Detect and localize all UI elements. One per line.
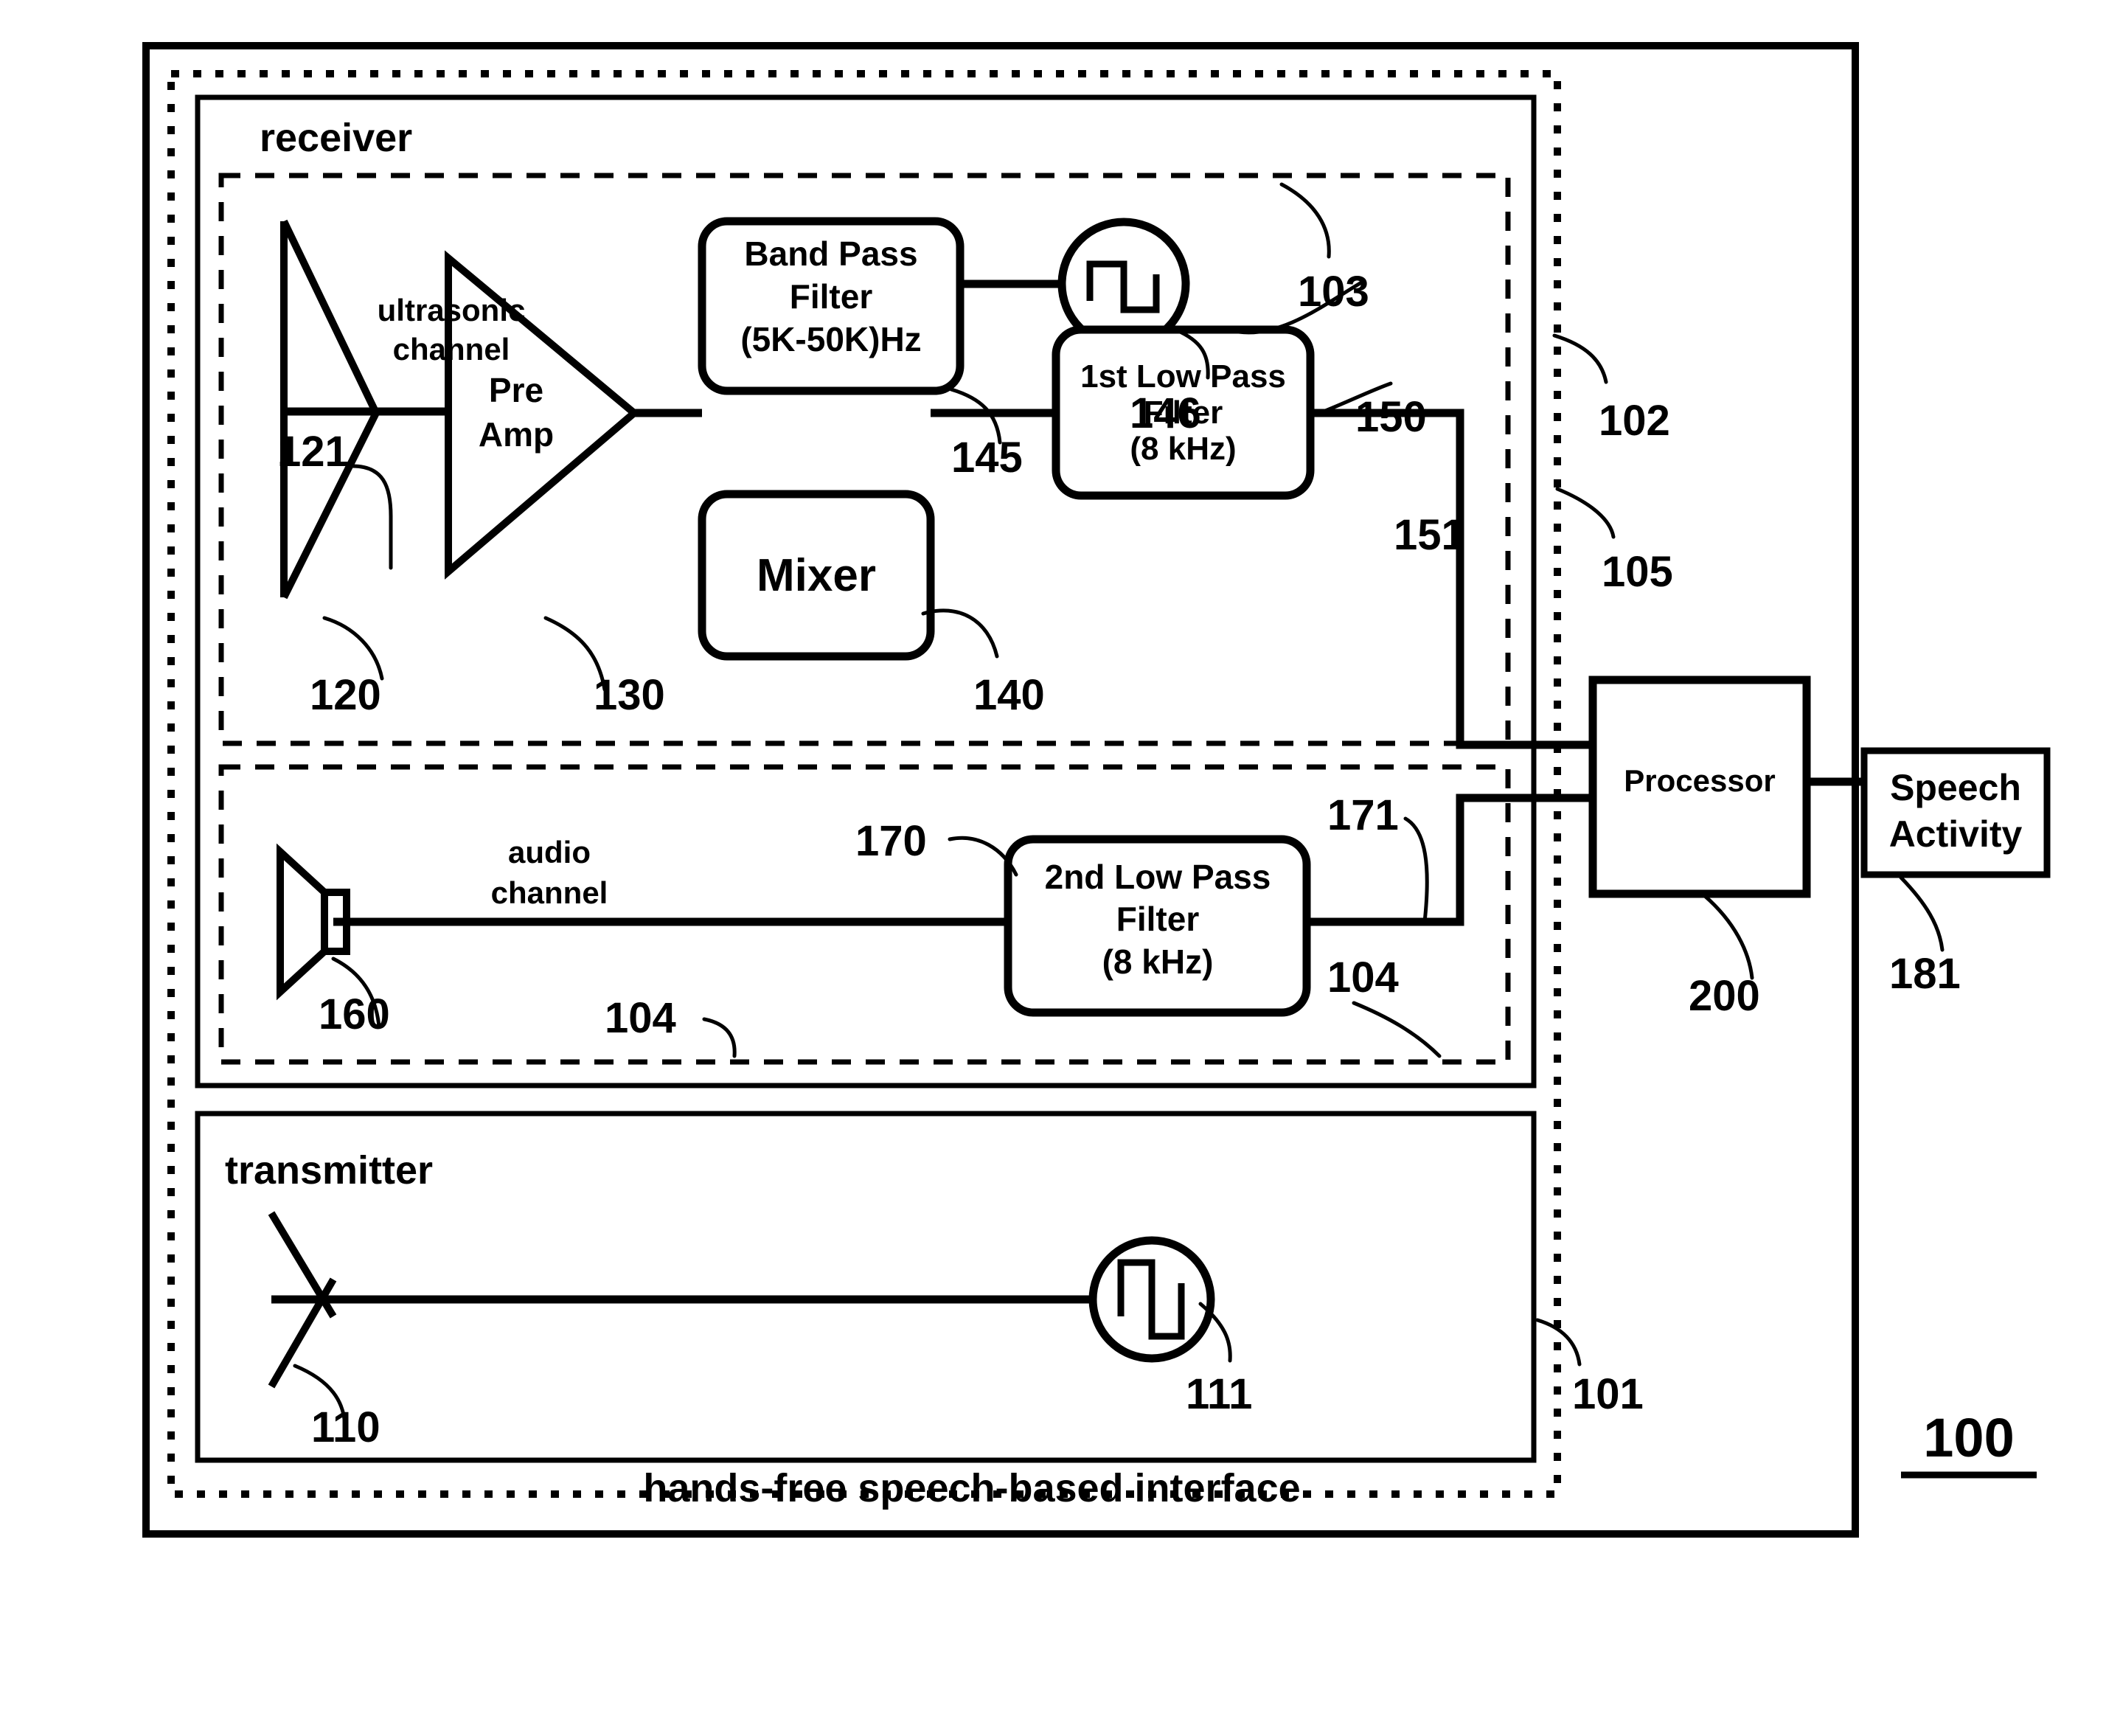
receiver-section-label: receiver — [260, 116, 412, 160]
figure-number: 100 — [1923, 1407, 2014, 1468]
leader-104-right — [1352, 1001, 1442, 1058]
audio-channel-boundary — [218, 764, 1511, 1065]
ref-101: 101 — [1572, 1370, 1644, 1418]
mixer-box — [698, 490, 935, 661]
ref-171: 171 — [1327, 791, 1399, 839]
ref-111: 111 — [1186, 1370, 1252, 1418]
patent-figure-page: receiver transmitter ultrasonic channel … — [0, 0, 2106, 1736]
second-low-pass-filter-line3: (8 kHz) — [1102, 942, 1214, 981]
speech-activity-line2: Activity — [1889, 813, 2023, 855]
ref-170: 170 — [855, 817, 927, 865]
ref-140: 140 — [973, 671, 1045, 719]
ref-150: 150 — [1355, 393, 1427, 441]
leader-104-left — [702, 1017, 737, 1058]
ref-146: 146 — [1130, 389, 1201, 437]
band-pass-filter-line2: Filter — [790, 277, 873, 316]
ref-102: 102 — [1599, 397, 1670, 445]
ref-120: 120 — [310, 671, 381, 719]
ref-103: 103 — [1298, 268, 1369, 316]
leader-171 — [1403, 816, 1429, 924]
audio-channel-label-line1: audio — [508, 835, 591, 869]
band-pass-filter-line1: Band Pass — [744, 235, 917, 273]
ref-151: 151 — [1394, 511, 1465, 559]
ref-110: 110 — [311, 1403, 380, 1451]
transmitter-section-label: transmitter — [225, 1148, 433, 1192]
ref-181: 181 — [1889, 950, 1961, 998]
ref-104-right: 104 — [1327, 954, 1399, 1001]
leader-200 — [1703, 894, 1754, 980]
pre-amp-label-line2: Amp — [479, 415, 554, 454]
leader-181 — [1899, 875, 1945, 952]
audio-channel-label-line2: channel — [491, 875, 608, 910]
figure-caption: hands-free speech-based interface — [643, 1466, 1300, 1510]
leader-103 — [1279, 182, 1331, 259]
ref-145: 145 — [951, 434, 1023, 482]
leader-121 — [350, 464, 393, 570]
wire-151-lpf1-to-processor — [1310, 409, 1593, 749]
ref-160: 160 — [319, 990, 390, 1038]
second-low-pass-filter-line1: 2nd Low Pass — [1045, 858, 1271, 896]
ref-104-left: 104 — [605, 994, 676, 1042]
ref-121: 121 — [277, 428, 349, 476]
leader-120 — [322, 616, 384, 681]
block-diagram-svg: receiver transmitter ultrasonic channel … — [142, 42, 2051, 1538]
speech-activity-line1: Speech — [1890, 767, 2021, 808]
processor-label: Processor — [1624, 763, 1775, 798]
pre-amp-label-line1: Pre — [489, 371, 543, 409]
second-low-pass-filter-line2: Filter — [1116, 900, 1200, 938]
leader-105 — [1555, 487, 1616, 539]
oscillator-tx-icon — [1088, 1236, 1215, 1363]
leader-102 — [1552, 333, 1608, 384]
ref-130: 130 — [594, 671, 665, 719]
ref-105: 105 — [1602, 548, 1673, 596]
band-pass-filter-line3: (5K-50K)Hz — [740, 320, 921, 358]
ref-200: 200 — [1689, 972, 1760, 1020]
